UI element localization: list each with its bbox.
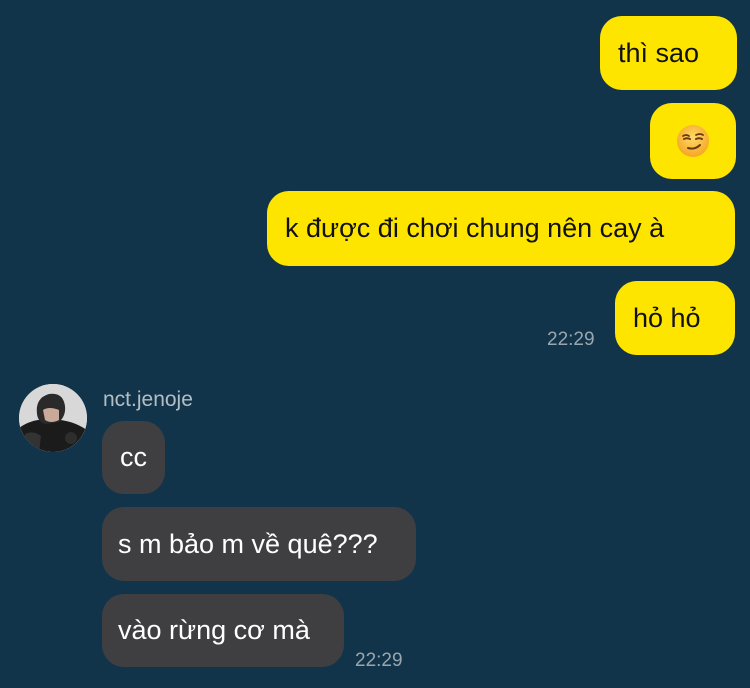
avatar[interactable] bbox=[19, 384, 87, 452]
message-text: hỏ hỏ bbox=[633, 302, 701, 333]
message-text: cc bbox=[120, 442, 147, 472]
incoming-message[interactable]: s m bảo m về quê??? bbox=[102, 507, 416, 581]
incoming-message[interactable]: cc bbox=[102, 421, 165, 494]
outgoing-emoji-message[interactable] bbox=[650, 103, 736, 179]
message-timestamp: 22:29 bbox=[547, 329, 595, 350]
message-text: vào rừng cơ mà bbox=[118, 615, 310, 645]
smirking-face-icon bbox=[677, 125, 709, 157]
sender-name[interactable]: nct.jenoje bbox=[103, 388, 193, 412]
outgoing-message[interactable]: k được đi chơi chung nên cay à bbox=[267, 191, 735, 266]
message-text: k được đi chơi chung nên cay à bbox=[285, 213, 665, 243]
outgoing-message[interactable]: thì sao bbox=[600, 16, 737, 90]
message-timestamp: 22:29 bbox=[355, 650, 403, 671]
profile-photo-icon bbox=[19, 384, 87, 452]
message-text: thì sao bbox=[618, 37, 700, 68]
message-text: s m bảo m về quê??? bbox=[118, 528, 378, 559]
incoming-message[interactable]: vào rừng cơ mà bbox=[102, 594, 344, 667]
outgoing-message[interactable]: hỏ hỏ bbox=[615, 281, 735, 355]
